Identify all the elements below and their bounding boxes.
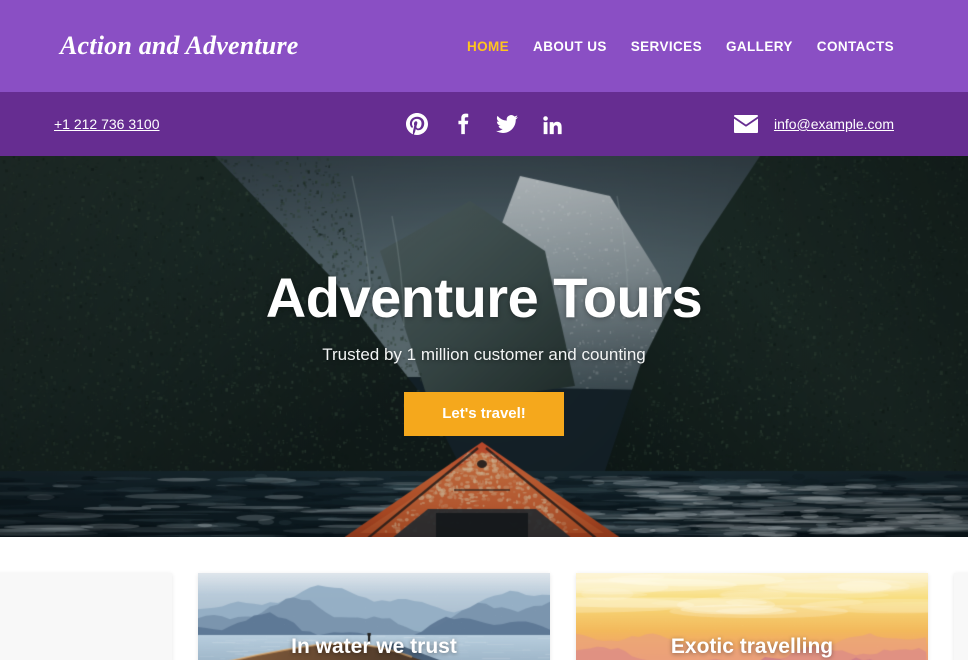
phone-link[interactable]: +1 212 736 3100 xyxy=(54,116,160,132)
card-in-water-we-trust[interactable]: In water we trust xyxy=(198,573,550,660)
nav-item-services[interactable]: SERVICES xyxy=(631,39,702,54)
nav-item-about-us[interactable]: ABOUT US xyxy=(533,39,607,54)
card-title: Exotic travelling xyxy=(670,635,834,658)
nav-item-contacts[interactable]: CONTACTS xyxy=(817,39,894,54)
twitter-icon[interactable] xyxy=(495,113,518,135)
envelope-icon xyxy=(733,115,758,133)
email-block: info@example.com xyxy=(733,115,894,133)
nav-item-home[interactable]: HOME xyxy=(467,39,509,54)
cards-section: In water we trust Exotic travelling xyxy=(0,537,968,660)
card-left-partial[interactable] xyxy=(0,573,172,660)
hero-content: Adventure Tours Trusted by 1 million cus… xyxy=(0,156,968,537)
hero-section: Adventure Tours Trusted by 1 million cus… xyxy=(0,156,968,537)
nav-item-gallery[interactable]: GALLERY xyxy=(726,39,793,54)
lets-travel-button[interactable]: Let's travel! xyxy=(404,392,564,436)
hero-title: Adventure Tours xyxy=(265,266,703,329)
card-title: In water we trust xyxy=(291,635,457,658)
card-exotic-travelling[interactable]: Exotic travelling xyxy=(576,573,928,660)
hero-subtitle: Trusted by 1 million customer and counti… xyxy=(322,345,646,364)
pinterest-icon[interactable] xyxy=(405,113,428,135)
email-link[interactable]: info@example.com xyxy=(774,116,894,132)
site-header: Action and Adventure HOME ABOUT US SERVI… xyxy=(0,0,968,92)
card-right-partial[interactable] xyxy=(954,573,968,660)
linkedin-icon[interactable] xyxy=(541,113,563,135)
contact-bar: +1 212 736 3100 info@example.com xyxy=(0,92,968,156)
main-navigation: HOME ABOUT US SERVICES GALLERY CONTACTS xyxy=(467,39,894,54)
facebook-icon[interactable] xyxy=(451,113,473,135)
cards-row: In water we trust Exotic travelling xyxy=(0,573,968,660)
site-logo[interactable]: Action and Adventure xyxy=(60,31,299,61)
